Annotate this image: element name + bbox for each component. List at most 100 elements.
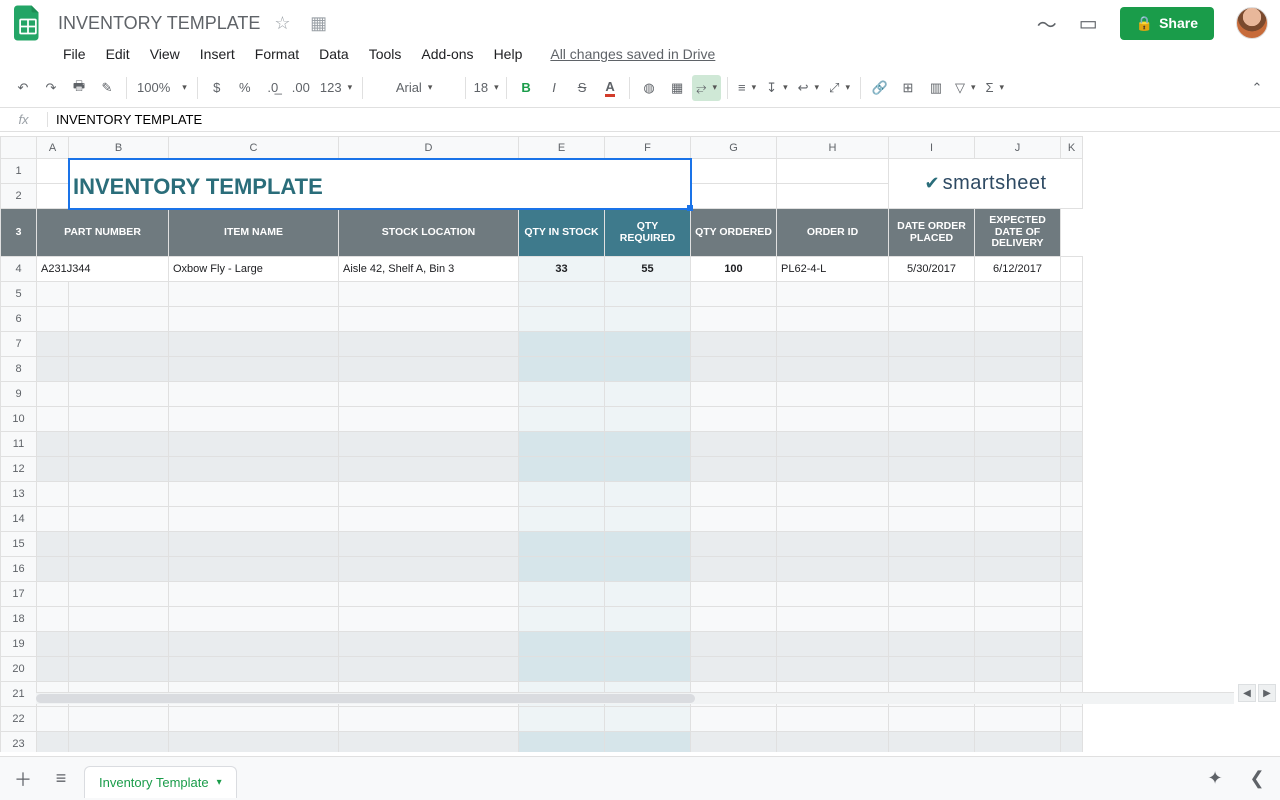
cell-loc[interactable]: Aisle 42, Shelf A, Bin 3 — [339, 257, 519, 282]
cell[interactable] — [519, 457, 605, 482]
paint-format-button[interactable]: ✎ — [94, 75, 120, 101]
cell[interactable] — [605, 707, 691, 732]
cell[interactable] — [339, 557, 519, 582]
cell[interactable] — [519, 607, 605, 632]
cell[interactable] — [605, 482, 691, 507]
cell[interactable] — [605, 457, 691, 482]
cell[interactable] — [777, 632, 889, 657]
row-header-16[interactable]: 16 — [1, 557, 37, 582]
cell[interactable] — [339, 507, 519, 532]
cell[interactable] — [69, 407, 169, 432]
row-header-11[interactable]: 11 — [1, 432, 37, 457]
row-header-1[interactable]: 1 — [1, 159, 37, 184]
cell[interactable] — [169, 332, 339, 357]
share-button[interactable]: 🔒 Share — [1120, 7, 1214, 40]
cell[interactable] — [169, 282, 339, 307]
cell[interactable] — [519, 282, 605, 307]
cell[interactable] — [975, 657, 1061, 682]
text-color-button[interactable]: A — [597, 75, 623, 101]
text-wrap-button[interactable]: ↩ — [794, 75, 823, 101]
cell[interactable] — [1061, 707, 1083, 732]
cell[interactable] — [777, 457, 889, 482]
cell[interactable] — [339, 632, 519, 657]
col-header-E[interactable]: E — [519, 137, 605, 159]
cell[interactable] — [519, 532, 605, 557]
cell[interactable] — [339, 407, 519, 432]
cell[interactable] — [339, 432, 519, 457]
row-header-23[interactable]: 23 — [1, 732, 37, 753]
cell[interactable] — [1061, 407, 1083, 432]
cell[interactable] — [889, 582, 975, 607]
collapse-toolbar-button[interactable]: ⌃ — [1244, 75, 1270, 101]
cell[interactable] — [519, 582, 605, 607]
cell[interactable] — [605, 607, 691, 632]
cell[interactable] — [69, 482, 169, 507]
col-header-A[interactable]: A — [37, 137, 69, 159]
cell[interactable] — [605, 557, 691, 582]
cell[interactable] — [605, 357, 691, 382]
cell[interactable] — [691, 432, 777, 457]
percent-button[interactable]: % — [232, 75, 258, 101]
menu-insert[interactable]: Insert — [191, 42, 244, 66]
fill-color-button[interactable]: ◍ — [636, 75, 662, 101]
cell-req[interactable]: 55 — [605, 257, 691, 282]
cell[interactable] — [69, 457, 169, 482]
cell[interactable] — [339, 707, 519, 732]
cell[interactable] — [691, 407, 777, 432]
cell[interactable] — [1061, 482, 1083, 507]
cell[interactable] — [169, 732, 339, 753]
cell[interactable] — [777, 282, 889, 307]
row-header-6[interactable]: 6 — [1, 307, 37, 332]
row-header-3[interactable]: 3 — [1, 209, 37, 257]
cell[interactable] — [975, 507, 1061, 532]
cell[interactable] — [519, 557, 605, 582]
borders-button[interactable]: ▦ — [664, 75, 690, 101]
cell[interactable] — [605, 307, 691, 332]
cell[interactable] — [169, 457, 339, 482]
cell[interactable] — [339, 307, 519, 332]
cell[interactable] — [889, 557, 975, 582]
cell[interactable] — [605, 407, 691, 432]
formula-input[interactable] — [48, 112, 1280, 127]
cell[interactable] — [1061, 332, 1083, 357]
decrease-decimals-button[interactable]: .0̲ — [260, 75, 286, 101]
cell[interactable] — [777, 532, 889, 557]
cell[interactable] — [169, 407, 339, 432]
cell[interactable] — [889, 407, 975, 432]
col-header-I[interactable]: I — [889, 137, 975, 159]
comments-icon[interactable]: ▭ — [1079, 11, 1098, 36]
scroll-left-button[interactable]: ◀ — [1238, 684, 1256, 702]
cell[interactable] — [1061, 557, 1083, 582]
side-panel-toggle[interactable]: ❮ — [1242, 768, 1272, 789]
cell[interactable] — [605, 532, 691, 557]
cell[interactable] — [339, 582, 519, 607]
menu-edit[interactable]: Edit — [97, 42, 139, 66]
select-all-cell[interactable] — [1, 137, 37, 159]
cell[interactable] — [889, 382, 975, 407]
cell[interactable] — [1061, 532, 1083, 557]
cell-item[interactable]: Oxbow Fly - Large — [169, 257, 339, 282]
print-button[interactable]: 🖶 — [66, 75, 92, 101]
strike-button[interactable]: S — [569, 75, 595, 101]
cell[interactable] — [339, 282, 519, 307]
cell[interactable] — [519, 482, 605, 507]
row-header-22[interactable]: 22 — [1, 707, 37, 732]
cell[interactable] — [975, 732, 1061, 753]
cell-part[interactable]: A231J344 — [37, 257, 169, 282]
insert-chart-button[interactable]: ▥ — [923, 75, 949, 101]
menu-file[interactable]: File — [54, 42, 95, 66]
cell[interactable] — [889, 307, 975, 332]
cell[interactable] — [519, 357, 605, 382]
cell[interactable] — [605, 632, 691, 657]
cell[interactable] — [605, 507, 691, 532]
cell[interactable] — [777, 507, 889, 532]
cell[interactable] — [1061, 732, 1083, 753]
merge-cells-button[interactable]: ⥂ — [692, 75, 721, 101]
text-rotation-button[interactable]: ⤢ — [825, 75, 854, 101]
cell[interactable] — [975, 607, 1061, 632]
cell[interactable] — [1061, 432, 1083, 457]
cell[interactable] — [1061, 657, 1083, 682]
cell[interactable] — [889, 732, 975, 753]
cell[interactable] — [691, 657, 777, 682]
cell[interactable] — [691, 357, 777, 382]
